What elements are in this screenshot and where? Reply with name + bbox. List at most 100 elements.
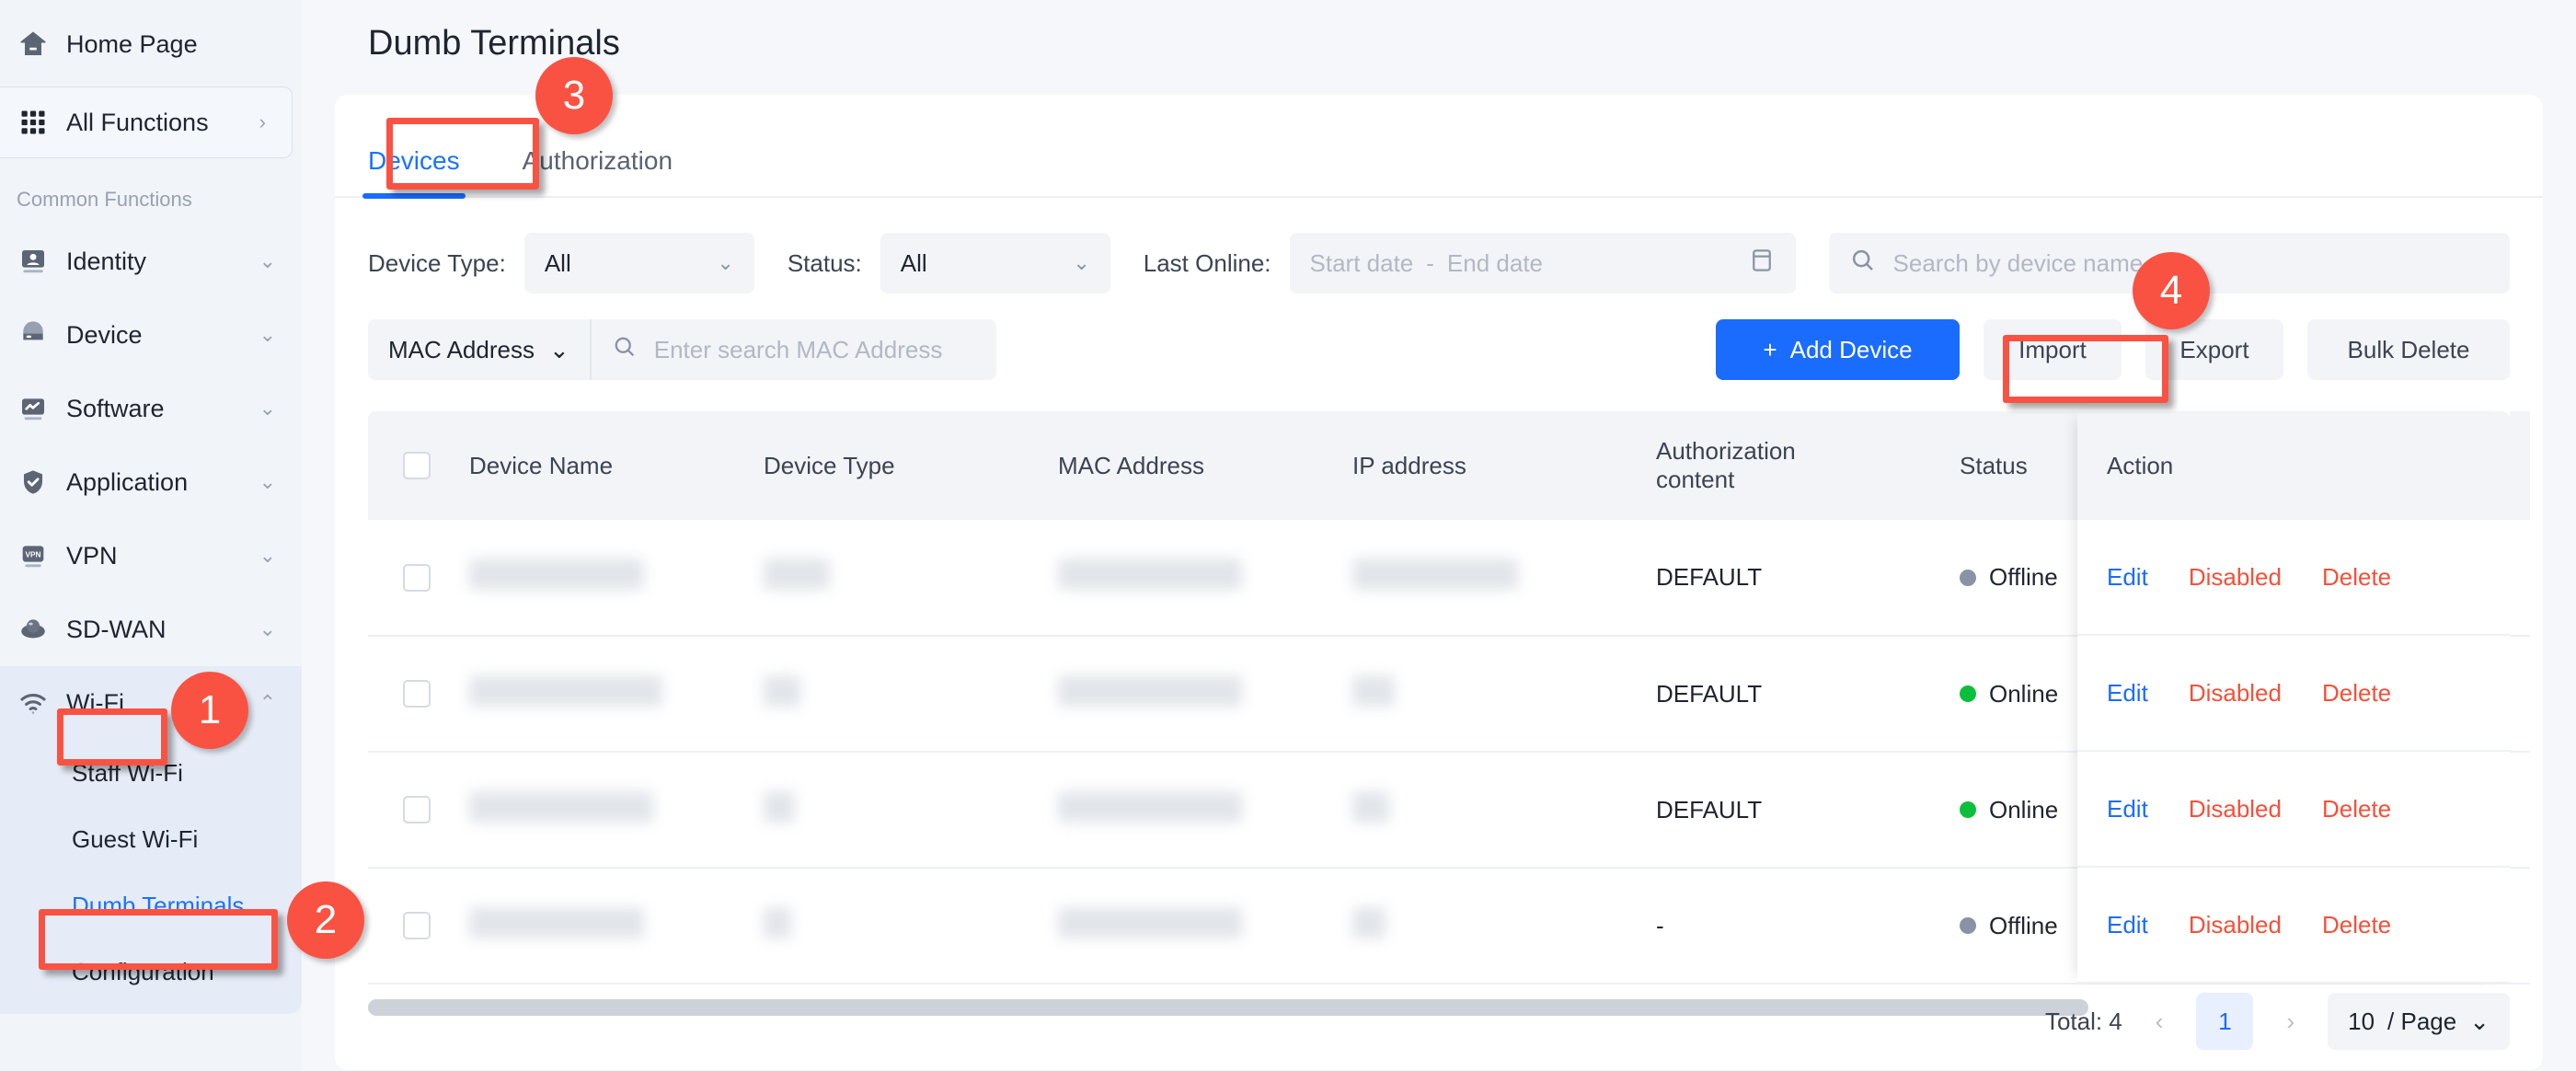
delete-link[interactable]: Delete — [2322, 911, 2391, 939]
row-checkbox[interactable] — [403, 680, 431, 708]
row-actions: Edit Disabled Delete — [2077, 868, 2510, 984]
sidebar-item-wi-fi[interactable]: Wi-Fi ⌃ — [0, 666, 302, 740]
tab-label: Authorization — [522, 146, 673, 175]
sticky-action-column: Action Edit Disabled Delete Edit Disable… — [2077, 411, 2510, 984]
column-header-mac-address: MAC Address — [1058, 411, 1352, 520]
search-icon — [1849, 247, 1877, 281]
status-select[interactable]: All ⌄ — [880, 233, 1110, 294]
chevron-down-icon: ⌄ — [259, 323, 276, 346]
row-checkbox[interactable] — [403, 563, 431, 592]
tab-authorization[interactable]: Authorization — [517, 146, 678, 196]
row-select-cell — [368, 636, 469, 753]
tab-label: Devices — [368, 146, 460, 175]
mac-field-label: MAC Address — [388, 335, 535, 363]
redacted-value — [1352, 906, 1386, 939]
sidebar-item-label: Configuration — [72, 957, 214, 985]
chevron-down-icon: ⌄ — [259, 249, 276, 272]
sidebar-item-sd-wan[interactable]: SD-WAN ⌄ — [0, 593, 302, 666]
sidebar-item-label: Application — [66, 467, 189, 496]
annotation-badge-4: 4 — [2133, 252, 2210, 329]
edit-link[interactable]: Edit — [2107, 679, 2148, 708]
redacted-value — [469, 674, 662, 707]
sidebar-item-guest-wifi[interactable]: Guest Wi-Fi — [0, 806, 302, 872]
mac-field-select[interactable]: MAC Address ⌄ — [368, 319, 592, 380]
redacted-value — [1352, 790, 1389, 823]
sidebar-item-software[interactable]: Software ⌄ — [0, 372, 302, 445]
disable-link[interactable]: Disabled — [2189, 911, 2282, 939]
sidebar-item-label: Dumb Terminals — [72, 891, 245, 919]
chevron-right-icon: › — [259, 110, 266, 133]
chevron-down-icon: ⌄ — [259, 470, 276, 493]
sidebar-item-identity[interactable]: Identity ⌄ — [0, 225, 302, 298]
column-header-device-type: Device Type — [764, 411, 1058, 520]
delete-link[interactable]: Delete — [2322, 795, 2391, 823]
sidebar-item-label: Identity — [66, 247, 147, 275]
bulk-delete-button[interactable]: Bulk Delete — [2307, 319, 2510, 380]
cell-ip-address — [1352, 752, 1656, 869]
table-horizontal-scrollbar[interactable] — [368, 999, 2088, 1016]
status-value: All — [900, 248, 927, 277]
sidebar-item-application[interactable]: Application ⌄ — [0, 445, 302, 519]
delete-link[interactable]: Delete — [2322, 679, 2391, 708]
mac-search-group: MAC Address ⌄ Enter search MAC Address — [368, 319, 996, 380]
chevron-down-icon: ⌄ — [259, 397, 276, 420]
prev-page-button[interactable]: ‹ — [2146, 1008, 2173, 1036]
row-checkbox[interactable] — [403, 796, 431, 823]
redacted-value — [1058, 790, 1242, 823]
annotation-badge-2: 2 — [287, 881, 364, 959]
date-range-dash: - — [1426, 248, 1434, 277]
import-button[interactable]: Import — [1984, 319, 2122, 380]
start-date-input[interactable]: Start date — [1310, 249, 1414, 278]
mac-search-input[interactable]: Enter search MAC Address — [592, 319, 996, 380]
annotation-badge-number: 3 — [562, 73, 586, 118]
sidebar-item-all-functions[interactable]: All Functions › — [0, 86, 293, 158]
end-date-input[interactable]: End date — [1447, 249, 1543, 278]
delete-link[interactable]: Delete — [2322, 563, 2391, 592]
edit-link[interactable]: Edit — [2107, 563, 2148, 592]
page-size-select[interactable]: 10 / Page ⌄ — [2328, 993, 2510, 1050]
sidebar-item-configuration[interactable]: Configuration — [0, 939, 302, 1005]
add-device-button[interactable]: + Add Device — [1716, 319, 1960, 380]
edit-link[interactable]: Edit — [2107, 911, 2148, 939]
svg-text:VPN: VPN — [26, 551, 41, 559]
cell-device-name — [469, 636, 764, 753]
cell-device-name — [469, 752, 764, 869]
grid-icon — [17, 106, 50, 139]
sidebar-item-label: Wi-Fi — [66, 688, 124, 717]
chevron-down-icon: ⌄ — [2469, 1007, 2490, 1035]
sidebar-item-dumb-terminals[interactable]: Dumb Terminals — [0, 872, 302, 939]
sidebar-item-home-page[interactable]: Home Page — [0, 7, 302, 81]
annotation-badge-number: 1 — [198, 687, 222, 732]
auth-header-line1: Authorization — [1656, 437, 1796, 465]
row-actions: Edit Disabled Delete — [2077, 752, 2510, 868]
page-number-1[interactable]: 1 — [2196, 993, 2254, 1050]
row-checkbox[interactable] — [403, 912, 431, 939]
redacted-value — [1058, 674, 1242, 707]
disable-link[interactable]: Disabled — [2189, 795, 2282, 823]
device-name-search-placeholder: Search by device name — [1892, 248, 2144, 277]
last-online-date-range[interactable]: Start date - End date — [1289, 233, 1796, 294]
status-label: Status: — [787, 248, 862, 277]
row-actions: Edit Disabled Delete — [2077, 520, 2510, 636]
main-content: Dumb Terminals Devices Authorization Dev… — [302, 0, 2576, 1071]
software-icon — [17, 392, 50, 425]
tab-devices[interactable]: Devices — [362, 146, 466, 199]
row-select-cell — [368, 520, 469, 637]
add-device-label: Add Device — [1789, 335, 1913, 363]
next-page-button[interactable]: › — [2277, 1008, 2304, 1036]
search-icon — [612, 334, 638, 366]
redacted-value — [1352, 674, 1395, 707]
cell-authorization-content: DEFAULT — [1656, 520, 1960, 637]
status-dot-online — [1960, 685, 1976, 702]
status-label: Offline — [1989, 911, 2058, 939]
sidebar-item-staff-wifi[interactable]: Staff Wi-Fi — [0, 740, 302, 806]
redacted-value — [764, 674, 800, 707]
device-type-select[interactable]: All ⌄ — [523, 233, 754, 294]
disable-link[interactable]: Disabled — [2189, 679, 2282, 708]
chevron-down-icon: ⌄ — [717, 251, 734, 274]
select-all-checkbox[interactable] — [403, 452, 431, 479]
edit-link[interactable]: Edit — [2107, 795, 2148, 823]
disable-link[interactable]: Disabled — [2189, 563, 2282, 592]
sidebar-item-device[interactable]: Device ⌄ — [0, 298, 302, 372]
sidebar-item-vpn[interactable]: VPN VPN ⌄ — [0, 519, 302, 593]
